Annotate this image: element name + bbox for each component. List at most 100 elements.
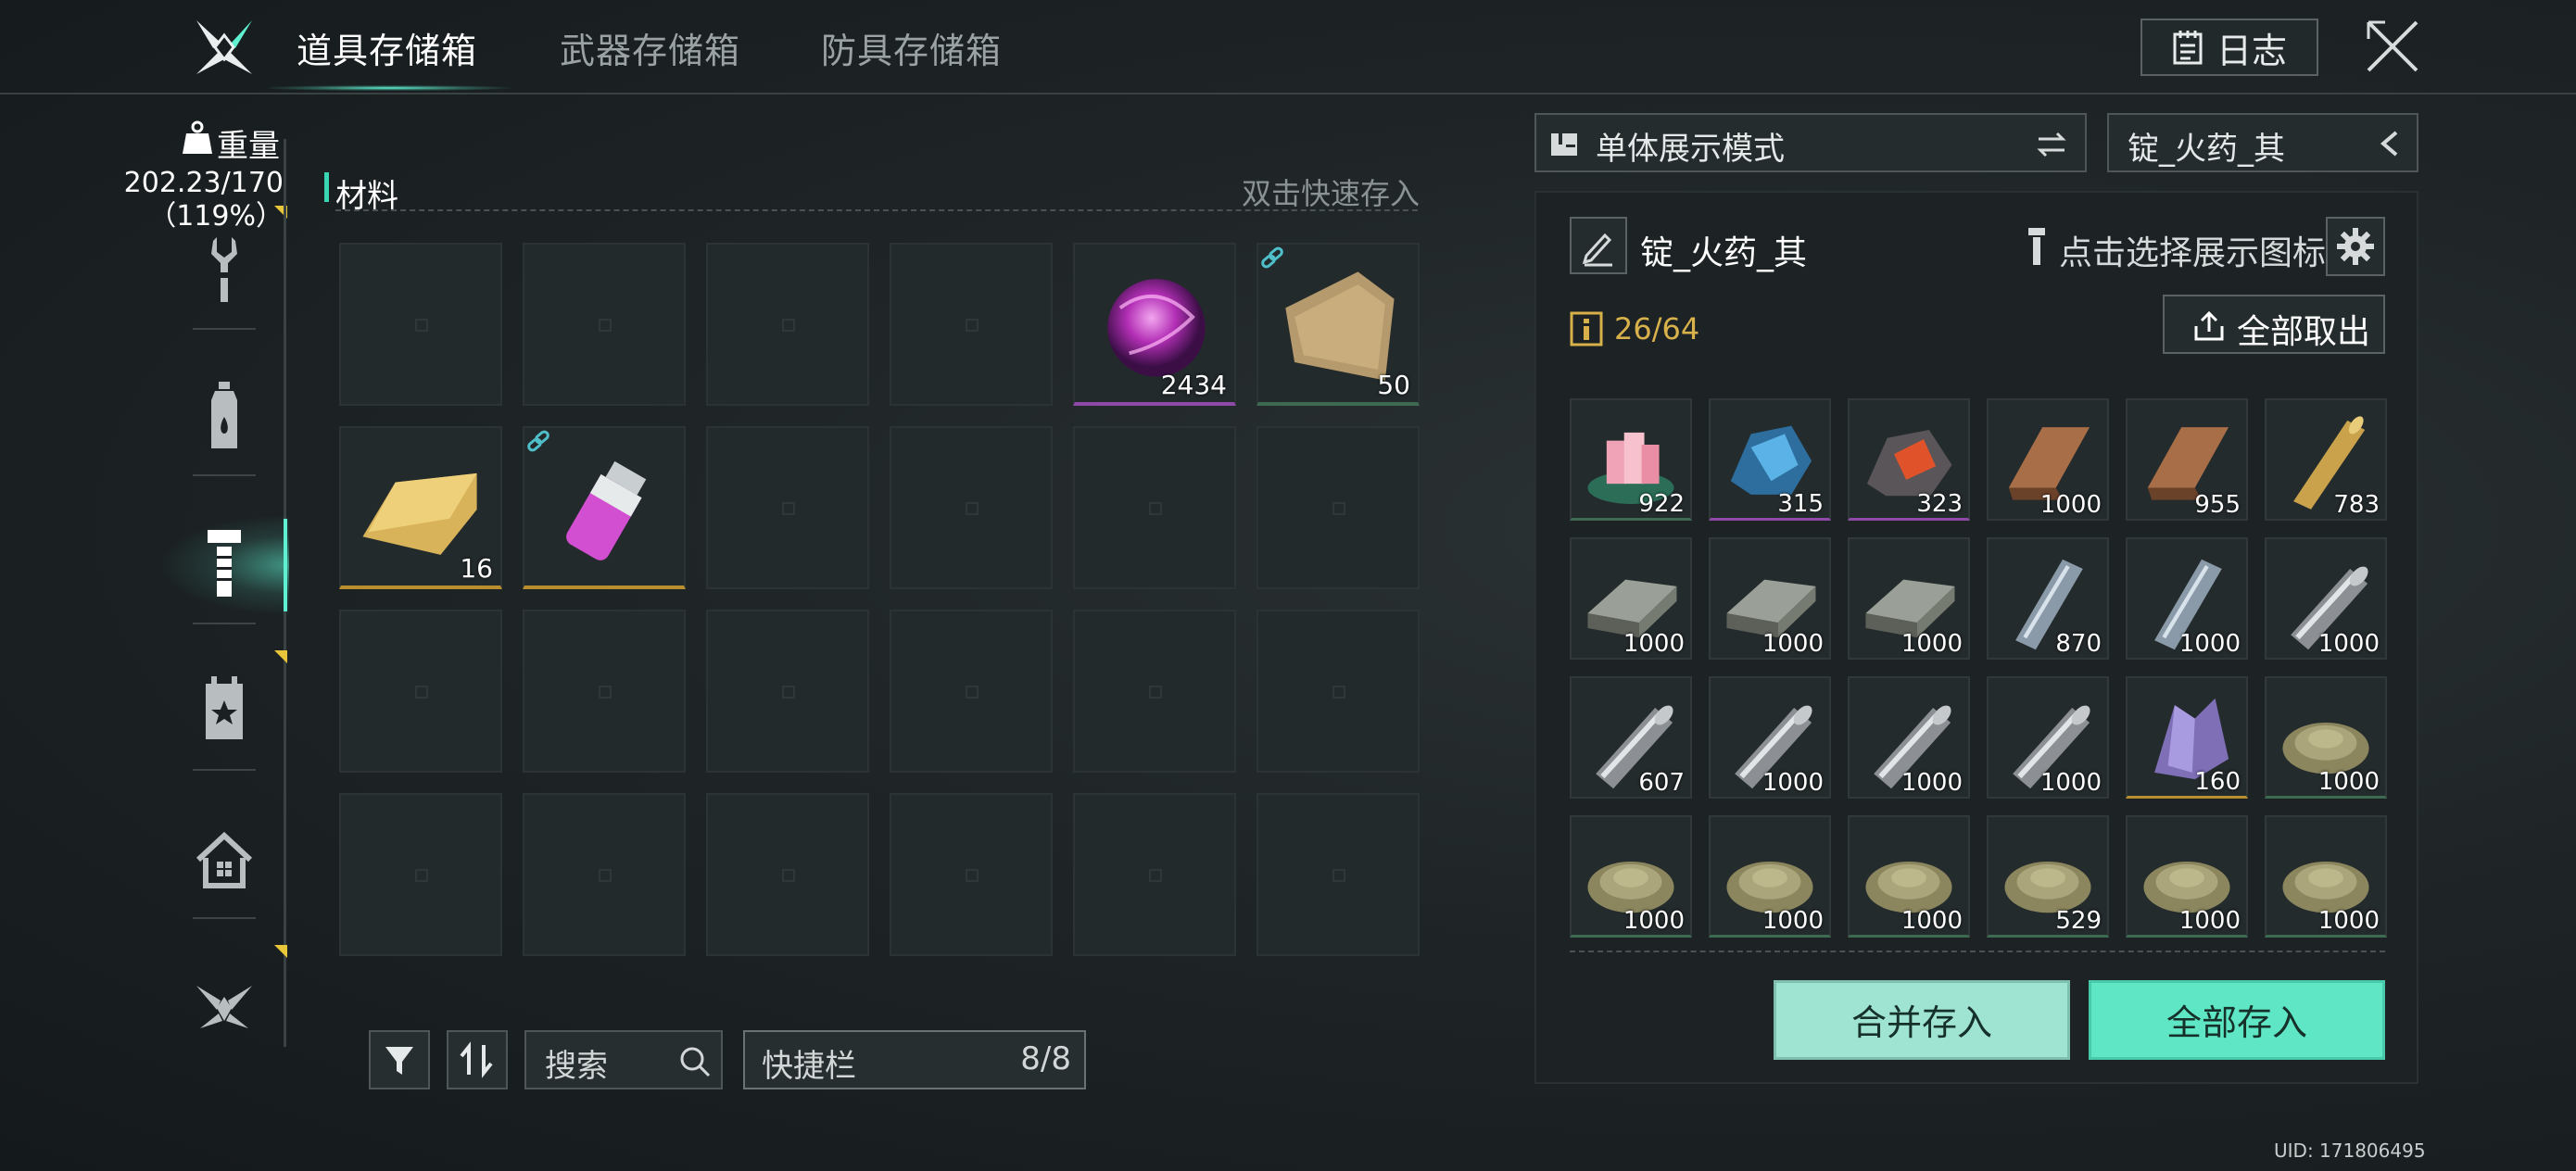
- inventory-slot[interactable]: [1256, 610, 1420, 773]
- empty-slot-marker: [599, 686, 612, 699]
- wrench-icon[interactable]: [193, 232, 256, 311]
- alert-marker: [274, 650, 287, 663]
- bottle-icon[interactable]: [193, 378, 256, 458]
- merge-store-button[interactable]: 合并存入: [1774, 980, 2070, 1060]
- inventory-slot[interactable]: [1073, 793, 1236, 956]
- storage-slot[interactable]: 529: [1987, 815, 2109, 938]
- item-count: 1000: [2039, 491, 2102, 519]
- tab-armor-storage[interactable]: 防具存储箱: [821, 22, 1002, 73]
- quickbar-field[interactable]: 快捷栏 8/8: [743, 1030, 1086, 1089]
- storage-slot[interactable]: 1000: [2265, 537, 2387, 660]
- item-count: 783: [2333, 491, 2380, 519]
- sidebar-separator: [193, 769, 256, 771]
- storage-slot[interactable]: 607: [1570, 676, 1692, 799]
- storage-select-dropdown[interactable]: 锭_火药_其: [2107, 113, 2418, 172]
- item-count: 607: [1638, 769, 1685, 797]
- inventory-slot[interactable]: [706, 793, 869, 956]
- inventory-slot[interactable]: [1073, 610, 1236, 773]
- settings-button[interactable]: [2326, 217, 2385, 276]
- item-count: 1000: [2178, 907, 2241, 935]
- empty-slot-marker: [1332, 502, 1345, 515]
- storage-slot[interactable]: 955: [2126, 398, 2248, 521]
- inventory-slot[interactable]: [706, 610, 869, 773]
- item-count: 16: [460, 553, 493, 584]
- storage-slot[interactable]: 922: [1570, 398, 1692, 521]
- item-count: 1000: [1900, 630, 1963, 658]
- inventory-slot[interactable]: [1256, 793, 1420, 956]
- inventory-slot[interactable]: 50: [1256, 243, 1420, 406]
- link-icon: [527, 430, 549, 452]
- sort-button[interactable]: [447, 1030, 508, 1089]
- inventory-slot[interactable]: [890, 610, 1053, 773]
- top-divider: [0, 93, 2576, 94]
- empty-slot-marker: [599, 869, 612, 882]
- inventory-slot[interactable]: [706, 426, 869, 589]
- bolt-icon[interactable]: [193, 524, 256, 604]
- inventory-slot[interactable]: 2434: [1073, 243, 1236, 406]
- quickbar-label: 快捷栏: [762, 1048, 856, 1085]
- sidebar-separator: [193, 474, 256, 476]
- inventory-slot[interactable]: [339, 610, 502, 773]
- storage-slot[interactable]: 1000: [2265, 676, 2387, 799]
- filter-button[interactable]: [369, 1030, 430, 1089]
- item-count: 1000: [2317, 630, 2380, 658]
- tab-weapon-storage[interactable]: 武器存储箱: [560, 22, 740, 73]
- storage-slot[interactable]: 323: [1848, 398, 1970, 521]
- chevron-left-icon: [2380, 131, 2398, 157]
- storage-slot[interactable]: 1000: [1709, 676, 1831, 799]
- storage-slot[interactable]: 1000: [1570, 815, 1692, 938]
- section-divider: [335, 209, 1418, 211]
- item-count: 1000: [1900, 769, 1963, 797]
- storage-slot[interactable]: 315: [1709, 398, 1831, 521]
- take-all-button[interactable]: 全部取出: [2163, 295, 2385, 354]
- inventory-slot[interactable]: [339, 793, 502, 956]
- pick-icon-label[interactable]: 点击选择展示图标: [2059, 226, 2326, 274]
- close-icon[interactable]: [2365, 19, 2420, 74]
- rename-button[interactable]: [1570, 217, 1627, 274]
- storage-slot[interactable]: 1000: [1848, 537, 1970, 660]
- inventory-slot[interactable]: [523, 610, 686, 773]
- empty-slot-marker: [599, 319, 612, 332]
- info-icon: [1570, 311, 1603, 346]
- storage-slot[interactable]: 870: [1987, 537, 2109, 660]
- storage-slot[interactable]: 1000: [2126, 815, 2248, 938]
- storage-slot[interactable]: 783: [2265, 398, 2387, 521]
- inventory-slot[interactable]: [890, 793, 1053, 956]
- storage-slot[interactable]: 1000: [1848, 676, 1970, 799]
- inventory-slot[interactable]: [523, 426, 686, 589]
- item-count: 160: [2194, 768, 2241, 796]
- home-icon[interactable]: [193, 819, 256, 899]
- inventory-slot[interactable]: [1256, 426, 1420, 589]
- inventory-slot[interactable]: [523, 793, 686, 956]
- display-mode-dropdown[interactable]: 单体展示模式: [1534, 113, 2087, 172]
- storage-slot[interactable]: 1000: [1570, 537, 1692, 660]
- store-all-button[interactable]: 全部存入: [2089, 980, 2385, 1060]
- item-count: 1000: [2317, 907, 2380, 935]
- tab-item-storage[interactable]: 道具存储箱: [297, 22, 477, 73]
- item-count: 870: [2055, 630, 2102, 658]
- storage-slot[interactable]: 1000: [1987, 398, 2109, 521]
- log-button[interactable]: 日志: [2140, 19, 2318, 76]
- emblem-icon[interactable]: [193, 967, 256, 1047]
- empty-slot-marker: [966, 319, 979, 332]
- inventory-slot[interactable]: [890, 426, 1053, 589]
- storage-slot[interactable]: 1000: [2126, 537, 2248, 660]
- weight-value: 202.23/170 （119%）: [120, 167, 284, 233]
- storage-slot[interactable]: 1000: [1709, 815, 1831, 938]
- storage-slot[interactable]: 1000: [2265, 815, 2387, 938]
- storage-slot[interactable]: 1000: [1987, 676, 2109, 799]
- star-calendar-icon[interactable]: [193, 671, 256, 750]
- inventory-slot[interactable]: [1073, 426, 1236, 589]
- storage-slot[interactable]: 1000: [1848, 815, 1970, 938]
- sort-icon: [460, 1041, 493, 1078]
- inventory-slot[interactable]: [706, 243, 869, 406]
- inventory-slot[interactable]: [890, 243, 1053, 406]
- inventory-slot[interactable]: [339, 243, 502, 406]
- item-count: 323: [1916, 490, 1963, 518]
- search-input[interactable]: 搜索: [524, 1030, 723, 1089]
- storage-slot[interactable]: 1000: [1709, 537, 1831, 660]
- storage-slot[interactable]: 160: [2126, 676, 2248, 799]
- inventory-slot[interactable]: 16: [339, 426, 502, 589]
- inventory-slot[interactable]: [523, 243, 686, 406]
- link-icon: [1261, 246, 1283, 269]
